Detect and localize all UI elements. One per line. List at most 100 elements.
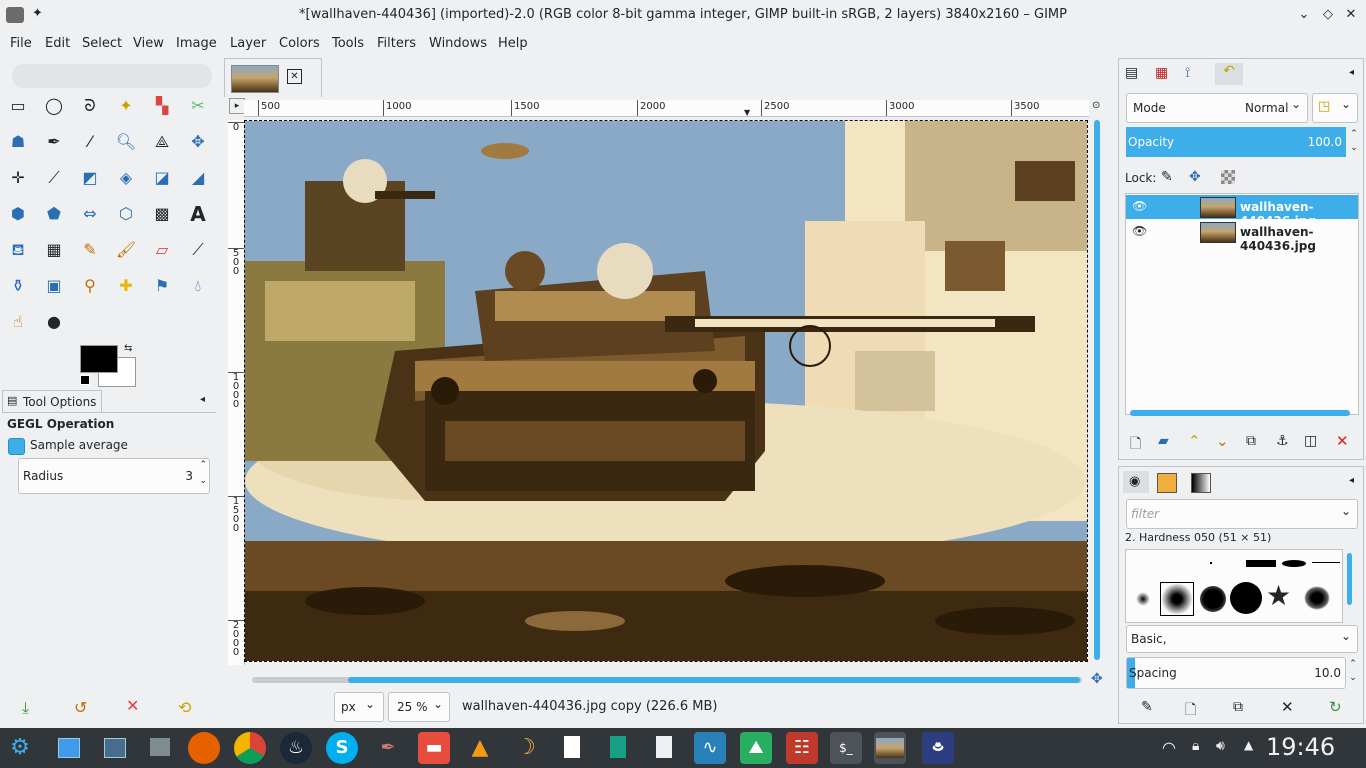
mypaint-brush-icon[interactable]: ▣ [40, 272, 68, 300]
document-icon[interactable] [556, 732, 588, 764]
swap-colors-icon[interactable]: ⇆ [124, 343, 132, 354]
desktop-icon[interactable] [52, 732, 84, 764]
eye-icon[interactable]: 👁︎ [1132, 224, 1147, 238]
bucket-fill-icon[interactable]: ⛾ [4, 236, 32, 264]
zoom-image-on-resize-icon[interactable]: ⊙ [1092, 100, 1100, 111]
delete-brush-icon[interactable]: ✕ [1281, 698, 1294, 716]
tab-brushes[interactable]: ◉ [1123, 471, 1149, 493]
lock-alpha-icon[interactable] [1221, 170, 1235, 184]
smudge-icon[interactable]: ☝ [4, 308, 32, 336]
photo-app-icon[interactable]: ▬ [418, 732, 450, 764]
tab-layers-icon[interactable]: ▤ [1125, 65, 1138, 81]
save-tool-preset-icon[interactable]: ⤓ [22, 698, 29, 718]
menu-file[interactable]: File [10, 30, 32, 58]
brush-item[interactable] [1282, 560, 1306, 567]
spin-up-icon[interactable]: ⌃ [199, 460, 207, 470]
perspective-icon[interactable]: ◢ [184, 164, 212, 192]
close-window-button[interactable]: ✕ [1341, 5, 1361, 25]
notes-icon[interactable] [602, 732, 634, 764]
audio-mixer-icon[interactable]: ☷ [786, 732, 818, 764]
menu-help[interactable]: Help [498, 30, 528, 58]
mode-selector[interactable]: Mode Normal ⌄ [1126, 93, 1308, 123]
vertical-scrollbar[interactable] [1094, 120, 1100, 660]
default-colors-icon[interactable] [80, 375, 90, 385]
brush-item[interactable] [1136, 592, 1150, 606]
brush-star-icon[interactable]: ★ [1266, 578, 1291, 614]
menu-tools[interactable]: Tools [332, 30, 364, 58]
configure-tab-icon[interactable]: ◂ [1349, 475, 1354, 486]
file-manager-icon[interactable] [144, 732, 176, 764]
sample-average-checkbox[interactable] [8, 438, 25, 455]
layer-row[interactable]: 👁︎ wallhaven-440436.jpg [1126, 220, 1358, 253]
wizard-app-icon[interactable]: 🎩︎ [922, 732, 954, 764]
move-icon[interactable]: ✥ [184, 128, 212, 156]
image-viewer-icon[interactable]: ⛰ [740, 732, 772, 764]
minimize-button[interactable]: ⌄ [1294, 5, 1314, 25]
align-icon[interactable]: ✛ [4, 164, 32, 192]
navigate-image-icon[interactable]: ✥ [1091, 671, 1103, 687]
eraser-icon[interactable]: ▱ [148, 236, 176, 264]
horizontal-scrollbar-thumb[interactable] [348, 677, 1080, 683]
layers-scrollbar[interactable] [1130, 410, 1350, 416]
krita-icon[interactable]: ✒ [372, 732, 404, 764]
terminal-icon[interactable]: $_ [830, 732, 862, 764]
configure-tab-icon[interactable]: ◂ [200, 394, 205, 405]
layer-mask-icon[interactable]: ◫ [1304, 433, 1317, 449]
steam-icon[interactable]: ♨ [280, 732, 312, 764]
tab-gradients-icon[interactable] [1191, 473, 1211, 493]
tab-tool-options[interactable]: ▤ Tool Options [2, 390, 102, 413]
menu-colors[interactable]: Colors [279, 30, 320, 58]
wifi-icon[interactable]: ◠ [1162, 738, 1176, 757]
opacity-spin-icon[interactable]: ⌃ ⌄ [1348, 127, 1360, 157]
app-launcher-icon[interactable]: ⚙ [4, 732, 36, 764]
menu-layer[interactable]: Layer [230, 30, 266, 58]
tab-patterns-icon[interactable] [1157, 473, 1177, 493]
brush-grid[interactable]: ★ [1125, 549, 1343, 623]
duplicate-brush-icon[interactable]: ⧉ [1233, 699, 1243, 715]
pencil-icon[interactable]: ✎ [76, 236, 104, 264]
spacing-spin-icon[interactable]: ⌃ ⌄ [1347, 657, 1359, 687]
reset-tool-options-icon[interactable]: ⟲ [178, 698, 191, 717]
brush-item[interactable] [1312, 562, 1340, 563]
scissors-icon[interactable]: ✂ [184, 92, 212, 120]
horizontal-scrollbar-track[interactable] [252, 677, 1082, 683]
edit-brush-icon[interactable]: ✎ [1141, 699, 1153, 715]
brush-item[interactable] [1210, 562, 1212, 564]
perspective-clone-icon[interactable]: ⚑ [148, 272, 176, 300]
brush-scrollbar[interactable] [1347, 553, 1352, 605]
ellipse-select-icon[interactable]: ◯ [40, 92, 68, 120]
configure-tab-icon[interactable]: ◂ [1349, 67, 1354, 78]
handle-transform-icon[interactable]: ⬟ [40, 200, 68, 228]
duplicate-layer-icon[interactable]: ⧉ [1246, 433, 1256, 449]
screenshot-icon[interactable] [98, 732, 130, 764]
menu-select[interactable]: Select [82, 30, 122, 58]
paintbrush-icon[interactable]: 🖌︎ [112, 236, 140, 264]
free-select-icon[interactable]: ᘐ [76, 92, 104, 120]
text-editor-icon[interactable] [648, 732, 680, 764]
brush-preset-selector[interactable]: Basic, ⌄ [1126, 625, 1358, 653]
system-monitor-icon[interactable]: ∿ [694, 732, 726, 764]
skype-icon[interactable]: S [326, 732, 358, 764]
new-layer-folder-icon[interactable]: ▰ [1158, 433, 1169, 449]
spin-down-icon[interactable]: ⌄ [199, 476, 207, 486]
image-tab[interactable]: ✕ [224, 58, 322, 97]
menu-edit[interactable]: Edit [45, 30, 70, 58]
volume-icon[interactable]: 🔊︎ [1216, 738, 1225, 754]
layer-row[interactable]: 👁︎ wallhaven-440436.jpg [1126, 195, 1358, 228]
tray-expand-icon[interactable]: ▲ [1244, 738, 1253, 752]
image-canvas[interactable] [244, 120, 1088, 662]
color-picker-icon[interactable]: ⁄ [76, 128, 104, 156]
fuzzy-select-icon[interactable]: ✦ [112, 92, 140, 120]
brush-item[interactable] [1246, 560, 1276, 567]
lock-icon[interactable]: 🔒︎ [1192, 738, 1199, 754]
gimp-window-task[interactable] [874, 732, 906, 764]
radius-spinbox[interactable]: Radius 3 ⌃ ⌄ [18, 458, 210, 494]
refresh-brushes-icon[interactable]: ↻ [1329, 698, 1342, 716]
rotate-icon[interactable]: ◩ [76, 164, 104, 192]
vlc-icon[interactable]: ▲ [464, 732, 496, 764]
tab-undo-history-icon[interactable]: ↶ [1215, 63, 1243, 85]
clock[interactable]: 19:46 [1266, 733, 1335, 761]
blur-sharpen-icon[interactable]: 💧︎ [184, 272, 212, 300]
chrome-icon[interactable] [234, 732, 266, 764]
text-icon[interactable]: A [184, 200, 212, 228]
